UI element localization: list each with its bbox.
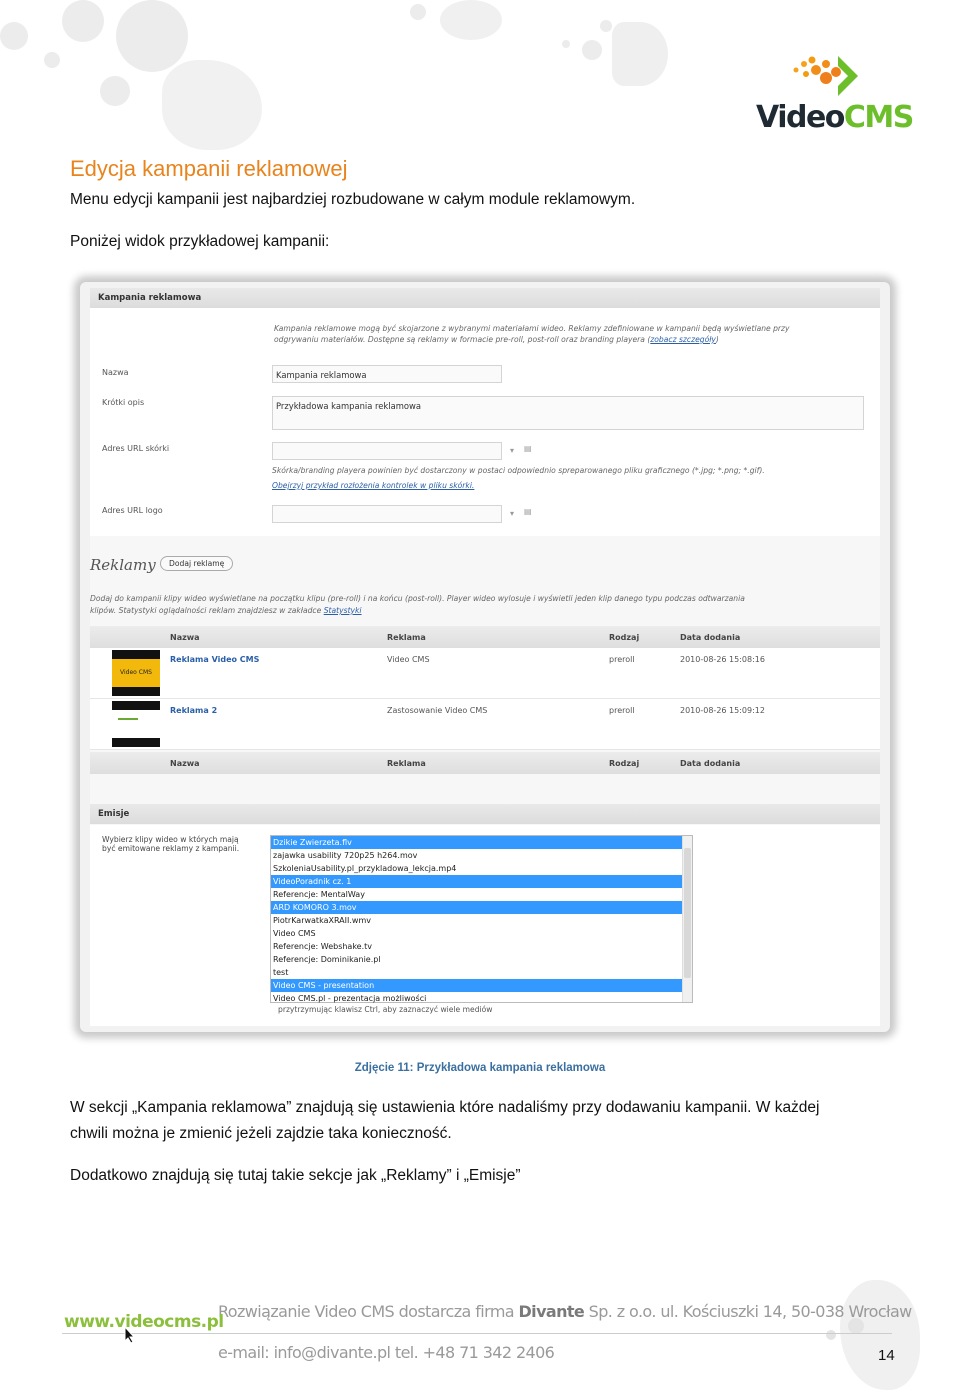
col-type[interactable]: Rodzaj xyxy=(609,633,639,642)
decor-circle xyxy=(162,60,262,150)
videocms-logo: VideoCMS xyxy=(756,50,914,140)
footer-website-link[interactable]: www.videocms.pl xyxy=(64,1312,224,1332)
ad-date: 2010-08-26 15:09:12 xyxy=(680,706,765,715)
figure-lead-paragraph: Poniżej widok przykładowej kampanii: xyxy=(70,233,330,250)
body-paragraph-cont: chwili można je zmienić jeżeli zajdzie t… xyxy=(70,1125,452,1142)
footer-company-line: Rozwiązanie Video CMS dostarcza firma Di… xyxy=(218,1302,912,1321)
decor-circle xyxy=(44,52,60,68)
ad-type: preroll xyxy=(609,655,635,664)
reklamy-description-2: klipów. Statystyki oglądalności reklam z… xyxy=(90,606,362,615)
multiselect-hint: przytrzymując klawisz Ctrl, aby zaznaczy… xyxy=(278,1005,493,1014)
reklamy-heading: Reklamy xyxy=(90,556,156,574)
figure-caption: Zdjęcie 11: Przykładowa kampania reklamo… xyxy=(354,1062,606,1074)
intro-note-2: odgrywaniu materiałów. Dostępne są rekla… xyxy=(274,335,719,344)
ads-table-header: Nazwa Reklama Rodzaj Data dodania xyxy=(90,626,880,648)
col-ad[interactable]: Reklama xyxy=(387,633,426,642)
browse-icon[interactable]: ▤ xyxy=(524,444,532,453)
dropdown-arrow-icon[interactable]: ▾ xyxy=(510,509,514,518)
section-emisje-header: Emisje xyxy=(90,804,880,824)
skin-url-input[interactable] xyxy=(272,442,502,460)
video-multiselect[interactable]: Dzikie Zwierzeta.flv zajawka usability 72… xyxy=(270,835,693,1003)
logo-wordmark: VideoCMS xyxy=(756,100,914,135)
video-option[interactable]: Video CMS xyxy=(271,927,692,940)
footer-contact-line: e-mail: info@divante.pl tel. +48 71 342 … xyxy=(218,1343,555,1362)
ad-date: 2010-08-26 15:08:16 xyxy=(680,655,765,664)
decor-circle xyxy=(826,1330,836,1340)
emisje-panel: Wybierz klipy wideo w których mają być e… xyxy=(90,825,880,1026)
intro-paragraph: Menu edycji kampanii jest najbardziej ro… xyxy=(70,191,636,208)
ad-thumbnail xyxy=(112,701,160,747)
description-label: Krótki opis xyxy=(102,398,145,407)
video-option[interactable]: Video CMS - presentation xyxy=(271,979,692,992)
col-ad[interactable]: Reklama xyxy=(387,759,426,768)
ad-name[interactable]: Reklama 2 xyxy=(170,706,217,715)
sections-paragraph: Dodatkowo znajdują się tutaj takie sekcj… xyxy=(70,1167,521,1184)
section-heading: Edycja kampanii reklamowej xyxy=(70,156,348,181)
listbox-scrollbar[interactable] xyxy=(682,836,692,1002)
logo-url-label: Adres URL logo xyxy=(102,506,163,515)
name-label: Nazwa xyxy=(102,368,129,377)
dropdown-arrow-icon[interactable]: ▾ xyxy=(510,446,514,455)
mouse-cursor-icon xyxy=(124,1326,136,1344)
video-option[interactable]: SzkoleniaUsability.pl_przykladowa_lekcja… xyxy=(271,862,692,875)
decor-circle xyxy=(840,1280,920,1390)
body-paragraph: W sekcji „Kampania reklamowa” znajdują s… xyxy=(70,1099,820,1116)
skin-example-link[interactable]: Obejrzyj przykład rozłożenia kontrolek w… xyxy=(272,481,474,490)
skin-url-label: Adres URL skórki xyxy=(102,444,170,453)
reklamy-description: Dodaj do kampanii klipy wideo wyświetlan… xyxy=(90,594,745,603)
decor-circle xyxy=(612,22,668,86)
decor-circle xyxy=(410,4,426,20)
table-row[interactable]: Video CMS Reklama Video CMS Video CMS pr… xyxy=(90,648,880,699)
logo-url-input[interactable] xyxy=(272,505,502,523)
decor-circle xyxy=(116,0,188,72)
video-option[interactable]: test xyxy=(271,966,692,979)
decor-circle xyxy=(600,20,612,32)
col-name[interactable]: Nazwa xyxy=(170,759,200,768)
decor-circle xyxy=(62,0,104,42)
video-option[interactable]: Referencje: MentalWay xyxy=(271,888,692,901)
decor-circle xyxy=(562,40,570,48)
statistics-link[interactable]: Statystyki xyxy=(324,606,362,615)
video-option[interactable]: VideoPoradnik cz. 1 xyxy=(271,875,692,888)
video-option[interactable]: Referencje: Dominikanie.pl xyxy=(271,953,692,966)
col-date[interactable]: Data dodania xyxy=(680,633,740,642)
table-row[interactable]: Reklama 2 Zastosowanie Video CMS preroll… xyxy=(90,699,880,750)
video-option[interactable]: PiotrKarwatkaXRAII.wmv xyxy=(271,914,692,927)
browse-icon[interactable]: ▤ xyxy=(524,507,532,516)
page-number: 14 xyxy=(878,1347,895,1364)
col-type[interactable]: Rodzaj xyxy=(609,759,639,768)
decor-circle xyxy=(0,22,28,50)
emisje-instruction: Wybierz klipy wideo w których mają być e… xyxy=(102,835,240,853)
footer-divider xyxy=(62,1333,892,1334)
col-name[interactable]: Nazwa xyxy=(170,633,200,642)
video-option[interactable]: Dzikie Zwierzeta.flv xyxy=(271,836,692,849)
ad-video: Zastosowanie Video CMS xyxy=(387,706,488,715)
video-option[interactable]: Referencje: Webshake.tv xyxy=(271,940,692,953)
name-input[interactable]: Kampania reklamowa xyxy=(272,365,502,383)
skin-note: Skórka/branding playera powinien być dos… xyxy=(272,466,765,475)
video-option[interactable]: Video CMS.pl - prezentacja możliwości xyxy=(271,992,692,1005)
video-option[interactable]: ARD KOMORO 3.mov xyxy=(271,901,692,914)
logo-dots-icon xyxy=(793,56,858,96)
decor-circle xyxy=(100,76,130,106)
ads-table-footer: Nazwa Reklama Rodzaj Data dodania xyxy=(90,752,880,774)
ad-thumbnail: Video CMS xyxy=(112,650,160,696)
campaign-screenshot: Kampania reklamowa Kampania reklamowe mo… xyxy=(80,282,890,1032)
ad-type: preroll xyxy=(609,706,635,715)
decor-circle xyxy=(440,0,502,40)
add-ad-button[interactable]: Dodaj reklamę xyxy=(160,556,234,571)
campaign-form: Kampania reklamowe mogą być skojarzone z… xyxy=(90,308,880,536)
decor-circle xyxy=(582,40,602,60)
details-link[interactable]: zobacz szczegóły xyxy=(650,335,716,344)
ad-video: Video CMS xyxy=(387,655,430,664)
ad-name[interactable]: Reklama Video CMS xyxy=(170,655,259,664)
col-date[interactable]: Data dodania xyxy=(680,759,740,768)
video-option[interactable]: zajawka usability 720p25 h264.mov xyxy=(271,849,692,862)
intro-note: Kampania reklamowe mogą być skojarzone z… xyxy=(274,324,790,333)
description-input[interactable]: Przykładowa kampania reklamowa xyxy=(272,396,864,430)
section-kampania-header: Kampania reklamowa xyxy=(90,288,880,308)
